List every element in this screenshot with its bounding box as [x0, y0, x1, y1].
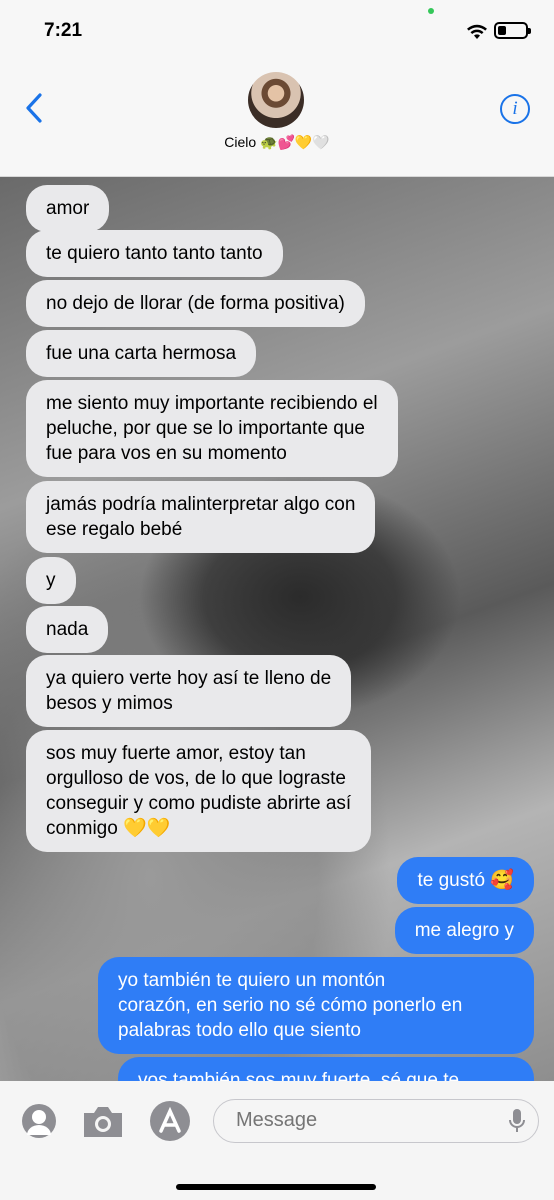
message-field[interactable] — [213, 1099, 539, 1143]
incoming-message[interactable]: amor — [26, 185, 110, 232]
incoming-message[interactable]: y — [26, 557, 76, 604]
message-input[interactable] — [234, 1108, 498, 1133]
outgoing-message[interactable]: vos también sos muy fuerte, sé que te — [118, 1057, 534, 1081]
camera-icon[interactable] — [80, 1099, 126, 1143]
battery-level — [498, 26, 506, 35]
incoming-message[interactable]: ya quiero verte hoy así te lleno de beso… — [26, 655, 352, 727]
clock: 7:21 — [44, 20, 83, 41]
privacy-indicator — [428, 8, 434, 14]
outgoing-message[interactable]: te gustó 🥰 — [397, 857, 534, 904]
compose-bar — [0, 1081, 554, 1200]
memoji-icon[interactable] — [20, 1099, 58, 1143]
incoming-message[interactable]: sos muy fuerte amor, estoy tan orgulloso… — [26, 730, 372, 852]
incoming-message[interactable]: fue una carta hermosa — [26, 330, 257, 377]
chevron-left-icon[interactable] — [24, 92, 44, 124]
incoming-message[interactable]: jamás podría malinterpretar algo con ese… — [26, 481, 376, 553]
contact-name[interactable]: Cielo 🐢💕💛🤍 — [0, 134, 554, 151]
outgoing-message[interactable]: me alegro y — [394, 907, 534, 954]
wifi-icon — [467, 24, 487, 39]
incoming-message[interactable]: no dejo de llorar (de forma positiva) — [26, 280, 365, 327]
info-icon[interactable]: i — [500, 94, 530, 124]
conversation-header: Cielo 🐢💕💛🤍 i — [0, 64, 554, 177]
app-store-icon[interactable] — [148, 1099, 192, 1143]
incoming-message[interactable]: te quiero tanto tanto tanto — [26, 230, 283, 277]
microphone-icon[interactable] — [508, 1108, 526, 1134]
message-thread[interactable]: amor te quiero tanto tanto tanto no dejo… — [0, 177, 554, 1081]
battery-icon — [494, 22, 531, 39]
home-indicator[interactable] — [176, 1184, 376, 1190]
status-bar: 7:21 — [0, 0, 554, 64]
outgoing-message[interactable]: yo también te quiero un montón corazón, … — [98, 957, 534, 1054]
incoming-message[interactable]: me siento muy importante recibiendo el p… — [26, 380, 398, 477]
incoming-message[interactable]: nada — [26, 606, 109, 653]
contact-avatar[interactable] — [248, 72, 304, 128]
